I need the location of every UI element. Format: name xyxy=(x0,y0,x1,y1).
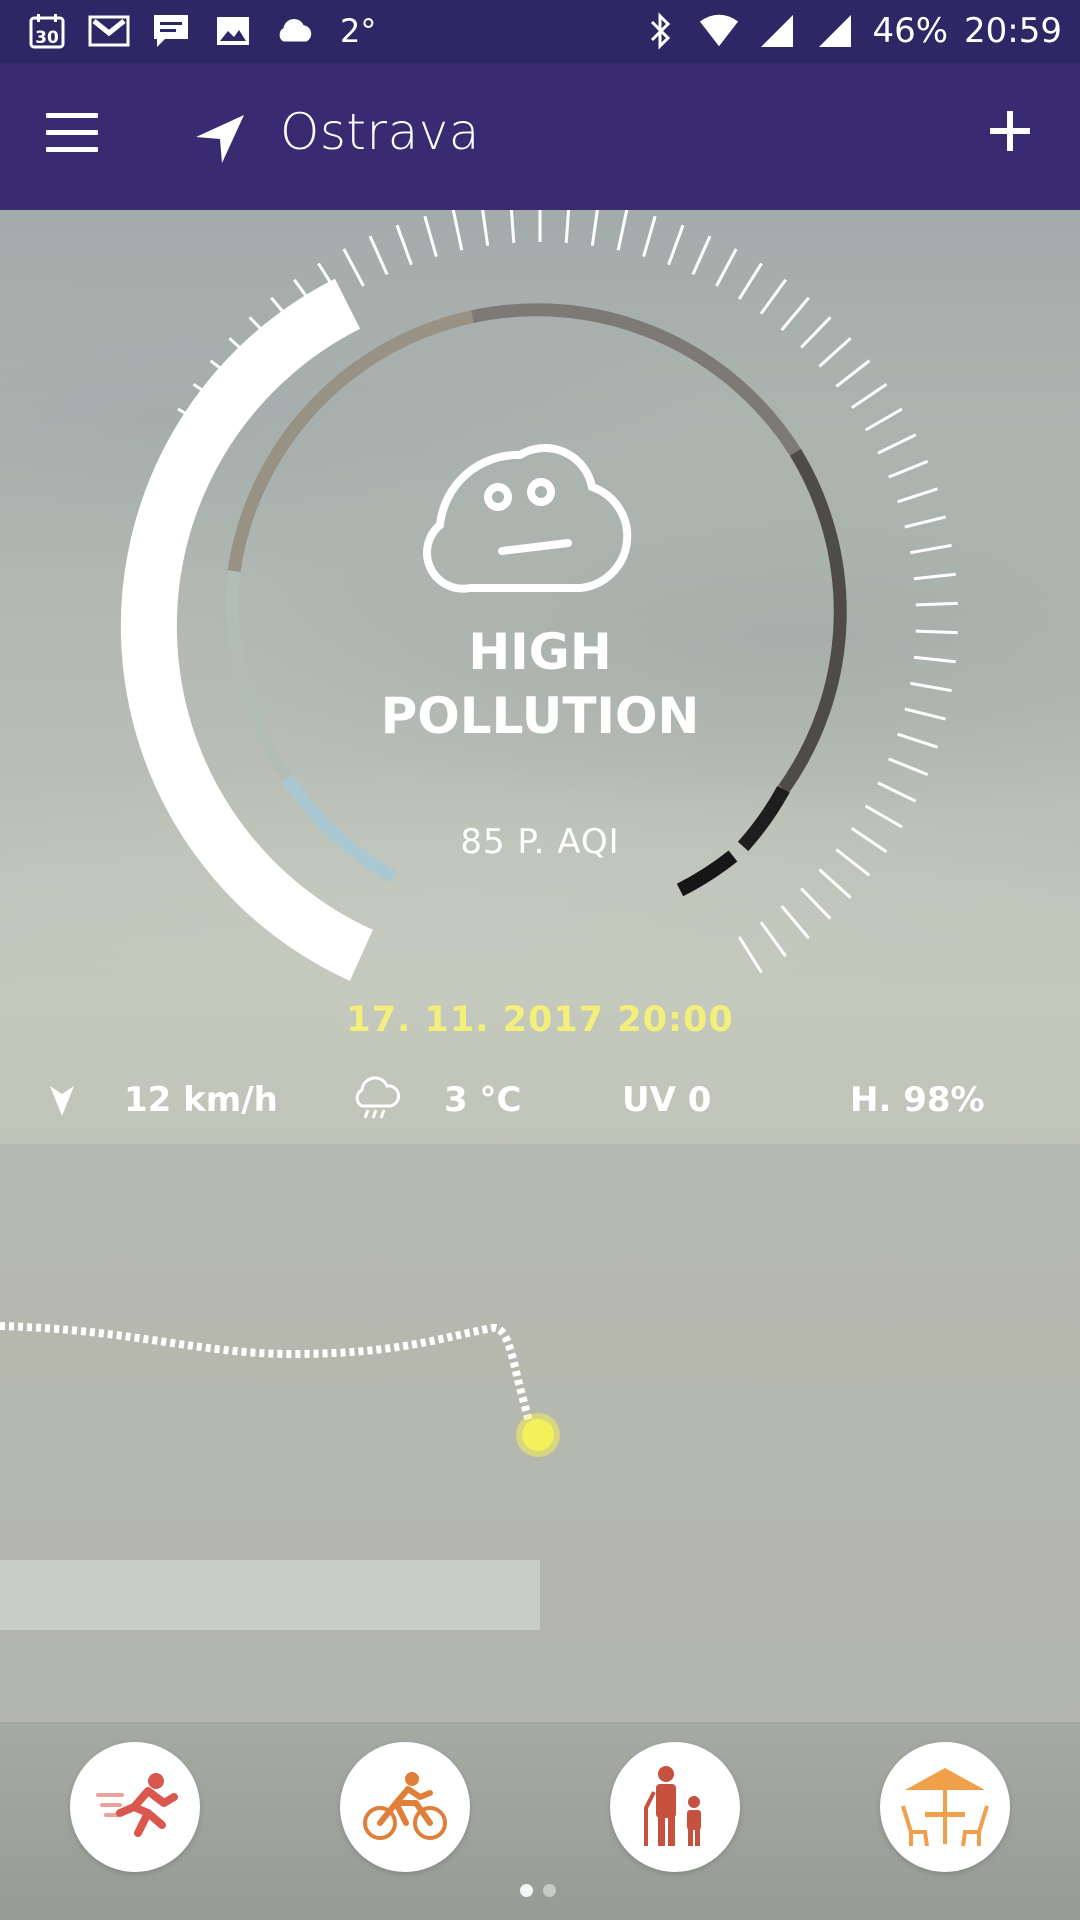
ring-segment-pale xyxy=(226,570,292,782)
cyclist-icon xyxy=(363,1772,447,1840)
gauge-tick xyxy=(910,543,952,555)
gauge-tick xyxy=(780,296,810,331)
gauge-tick xyxy=(850,827,888,853)
gauge-tick xyxy=(564,200,571,244)
status-temperature: 2° xyxy=(340,12,377,50)
pollution-status: HIGH POLLUTION xyxy=(340,620,740,748)
signal-icon xyxy=(814,10,856,52)
humidity: H. 98% xyxy=(850,1080,985,1120)
elderly-children-button[interactable] xyxy=(610,1742,740,1872)
gauge-tick xyxy=(642,215,657,258)
patio-umbrella-icon xyxy=(901,1768,989,1847)
gauge-tick xyxy=(667,224,685,266)
gauge-tick xyxy=(897,487,938,504)
menu-icon[interactable] xyxy=(46,113,98,153)
calendar-icon: 30 xyxy=(26,10,68,52)
gauge-tick xyxy=(818,868,852,899)
gauge-tick xyxy=(910,681,952,693)
status-bar: 30 2° 46% 20:59 xyxy=(0,0,1080,63)
status-line-2: POLLUTION xyxy=(380,687,700,745)
forecast-bar xyxy=(0,1560,540,1630)
current-marker xyxy=(522,1419,554,1451)
gauge-tick xyxy=(864,407,903,432)
plus-icon[interactable] xyxy=(980,101,1040,161)
forecast-trend xyxy=(0,1322,560,1457)
outdoor-seating-button[interactable] xyxy=(880,1742,1010,1872)
aqi-gauge: HIGH POLLUTION 85 P. AQI xyxy=(0,200,1080,1030)
gauge-tick xyxy=(897,732,938,749)
wind-direction-icon xyxy=(48,1084,76,1125)
gauge-tick xyxy=(904,515,946,529)
app-bar: Ostrava xyxy=(0,63,1080,210)
cycling-button[interactable] xyxy=(340,1742,470,1872)
uv-index: UV 0 xyxy=(622,1080,712,1120)
signal-icon xyxy=(756,10,798,52)
gauge-tick xyxy=(368,235,389,276)
gauge-tick xyxy=(835,359,871,388)
measurement-datetime: 17. 11. 2017 20:00 xyxy=(346,1000,734,1040)
gauge-tick xyxy=(850,383,888,409)
elder-child-icon xyxy=(644,1766,701,1846)
navigation-arrow-icon[interactable] xyxy=(192,111,248,171)
clock: 20:59 xyxy=(964,11,1062,51)
gauge-tick xyxy=(913,572,956,581)
gauge-tick xyxy=(915,629,958,635)
ring-segment-dark xyxy=(778,448,847,793)
gauge-tick xyxy=(780,905,810,940)
runner-icon xyxy=(96,1773,178,1837)
weather-row: 12 km/h 3 °C UV 0 H. 98% xyxy=(0,1072,1080,1134)
gauge-tick xyxy=(915,601,958,607)
bluetooth-icon xyxy=(640,10,682,52)
gauge-tick xyxy=(737,936,763,974)
gauge-tick xyxy=(835,848,871,877)
page-indicator xyxy=(520,1884,556,1897)
gauge-tick xyxy=(888,460,929,479)
svg-text:30: 30 xyxy=(35,28,59,48)
ring-segment-blue xyxy=(281,774,397,883)
gauge-tick xyxy=(759,278,787,315)
gauge-progress-arc xyxy=(120,278,373,981)
gauge-tick xyxy=(818,337,852,368)
gauge-tick xyxy=(864,804,903,829)
ring-segment-grey xyxy=(471,303,801,456)
status-line-1: HIGH xyxy=(468,623,612,681)
gauge-tick xyxy=(342,248,365,287)
gauge-tick xyxy=(904,707,946,721)
page-dot[interactable] xyxy=(543,1884,556,1897)
gauge-tick xyxy=(590,203,600,246)
battery-level: 46% xyxy=(872,11,949,51)
gauge-tick xyxy=(913,655,956,664)
gauge-tick xyxy=(877,781,917,803)
city-name[interactable]: Ostrava xyxy=(280,103,480,161)
gauge-tick xyxy=(451,208,464,251)
gauge-tick xyxy=(877,433,917,455)
gauge-tick xyxy=(800,887,832,920)
temperature: 3 °C xyxy=(444,1080,522,1120)
wifi-icon xyxy=(698,10,740,52)
page-dot-active[interactable] xyxy=(520,1884,533,1897)
gauge-tick xyxy=(509,200,516,244)
gauge-tick xyxy=(737,262,763,300)
wind-speed: 12 km/h xyxy=(124,1080,278,1120)
gauge-tick xyxy=(759,921,787,958)
gauge-tick xyxy=(691,235,712,276)
message-icon xyxy=(150,10,192,52)
trend-line xyxy=(0,1322,534,1427)
gauge-tick xyxy=(800,316,832,349)
rain-cloud-icon xyxy=(350,1076,402,1133)
gauge-tick xyxy=(395,224,413,266)
gmail-icon xyxy=(88,10,130,52)
image-icon xyxy=(212,10,254,52)
ring-segment-black xyxy=(737,785,790,852)
gauge-tick xyxy=(480,203,490,246)
cloud-icon xyxy=(274,10,316,52)
gauge-tick xyxy=(888,757,929,776)
running-button[interactable] xyxy=(70,1742,200,1872)
gauge-tick xyxy=(715,248,738,287)
neutral-cloud-face-icon xyxy=(423,444,632,593)
gauge-tick xyxy=(616,208,629,251)
gauge-tick xyxy=(423,215,438,258)
aqi-value: 85 P. AQI xyxy=(460,822,620,862)
